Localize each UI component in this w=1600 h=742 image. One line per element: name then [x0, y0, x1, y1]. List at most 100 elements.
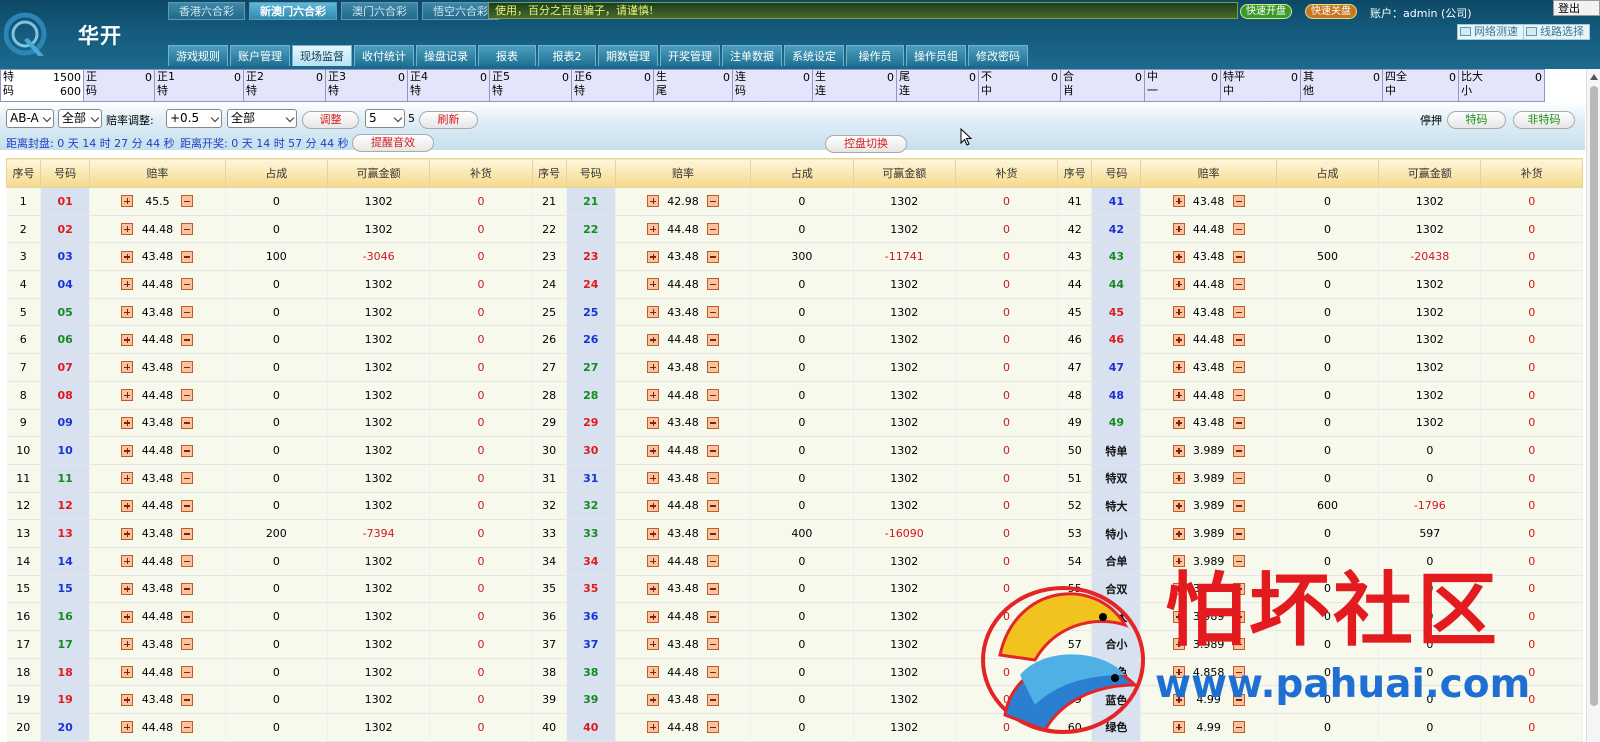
plus-icon[interactable] — [121, 527, 134, 540]
summary-cell[interactable]: 不 中 0 — [979, 69, 1061, 102]
minus-icon[interactable] — [707, 610, 720, 623]
restock-value[interactable]: 0 — [429, 242, 533, 272]
minus-icon[interactable] — [181, 195, 194, 208]
minus-icon[interactable] — [181, 223, 194, 236]
odds-value[interactable]: 44.48 — [659, 223, 707, 236]
restock-value[interactable]: 0 — [955, 685, 1059, 715]
summary-cell[interactable]: 正5 特 0 — [490, 69, 572, 102]
plus-icon[interactable] — [647, 555, 660, 568]
restock-value[interactable]: 0 — [429, 381, 533, 410]
plus-icon[interactable] — [1172, 389, 1185, 402]
restock-value[interactable]: 0 — [1480, 242, 1583, 272]
odds-value[interactable]: 43.48 — [133, 472, 181, 485]
bet-number[interactable]: 39 — [566, 685, 616, 715]
plus-icon[interactable] — [121, 444, 134, 457]
bet-number[interactable]: 49 — [1091, 409, 1142, 438]
restock-value[interactable]: 0 — [429, 436, 533, 465]
odds-value[interactable]: 44.48 — [659, 333, 707, 346]
menu-operation-log[interactable]: 操盘记录 — [416, 45, 476, 66]
summary-cell[interactable]: 生 连 0 — [813, 69, 897, 102]
plus-icon[interactable] — [647, 527, 660, 540]
bet-number[interactable]: 07 — [40, 353, 91, 382]
odds-value[interactable]: 43.48 — [659, 416, 707, 429]
summary-cell[interactable]: 正1 特 0 — [155, 69, 244, 102]
scroll-up-icon[interactable] — [1590, 74, 1598, 80]
odds-value[interactable]: 3.989 — [1185, 610, 1233, 623]
odds-value[interactable]: 44.48 — [133, 223, 181, 236]
stop-nonspecial-button[interactable]: 非特码 — [1513, 111, 1575, 129]
odds-value[interactable]: 44.48 — [133, 499, 181, 512]
summary-cell[interactable]: 合 肖 0 — [1061, 69, 1145, 102]
plus-icon[interactable] — [647, 472, 660, 485]
plus-icon[interactable] — [1172, 582, 1185, 595]
bet-number[interactable]: 47 — [1091, 353, 1142, 382]
bet-number[interactable]: 34 — [566, 547, 616, 576]
bet-number[interactable]: 41 — [1091, 187, 1142, 216]
plus-icon[interactable] — [121, 223, 134, 236]
odds-value[interactable]: 3.989 — [1185, 555, 1233, 568]
odds-value[interactable]: 3.989 — [1185, 444, 1233, 457]
plus-icon[interactable] — [1172, 278, 1185, 291]
odds-value[interactable]: 43.48 — [133, 416, 181, 429]
plus-icon[interactable] — [647, 444, 660, 457]
plus-icon[interactable] — [1172, 721, 1185, 734]
menu-system-settings[interactable]: 系统设定 — [784, 45, 844, 66]
bet-number[interactable]: 19 — [40, 685, 91, 715]
bet-number[interactable]: 特双 — [1091, 464, 1142, 493]
restock-value[interactable]: 0 — [1480, 325, 1583, 355]
restock-value[interactable]: 0 — [1480, 713, 1583, 742]
plus-icon[interactable] — [121, 278, 134, 291]
bet-number[interactable]: 18 — [40, 658, 91, 687]
plus-icon[interactable] — [647, 361, 660, 374]
plus-icon[interactable] — [1172, 472, 1185, 485]
odds-value[interactable]: 44.48 — [1185, 389, 1233, 402]
bet-number[interactable]: 06 — [40, 325, 91, 355]
odds-value[interactable]: 43.48 — [133, 361, 181, 374]
plus-icon[interactable] — [1172, 499, 1185, 512]
plus-icon[interactable] — [647, 333, 660, 346]
bet-number[interactable]: 16 — [40, 602, 91, 631]
bet-number[interactable]: 08 — [40, 381, 91, 410]
bet-number[interactable]: 12 — [40, 492, 91, 521]
minus-icon[interactable] — [1232, 333, 1245, 346]
odds-value[interactable]: 3.989 — [1185, 582, 1233, 595]
plus-icon[interactable] — [1172, 638, 1185, 651]
quick-open-button[interactable]: 快速开盘 — [1240, 4, 1292, 19]
restock-value[interactable]: 0 — [1480, 270, 1583, 299]
bet-number[interactable]: 42 — [1091, 215, 1142, 244]
odds-value[interactable]: 43.48 — [133, 306, 181, 319]
restock-value[interactable]: 0 — [429, 685, 533, 715]
bet-number[interactable]: 14 — [40, 547, 91, 576]
restock-value[interactable]: 0 — [429, 658, 533, 687]
plus-icon[interactable] — [121, 638, 134, 651]
tab-macau-lottery[interactable]: 澳门六合彩 — [341, 2, 418, 20]
minus-icon[interactable] — [707, 666, 720, 679]
minus-icon[interactable] — [707, 333, 720, 346]
restock-value[interactable]: 0 — [429, 630, 533, 659]
bet-number[interactable]: 45 — [1091, 298, 1142, 327]
odds-value[interactable]: 44.48 — [133, 389, 181, 402]
plus-icon[interactable] — [1172, 361, 1185, 374]
bet-number[interactable]: 红色 — [1091, 658, 1142, 687]
menu-game-rules[interactable]: 游戏规则 — [168, 45, 228, 66]
odds-value[interactable]: 44.48 — [133, 278, 181, 291]
restock-value[interactable]: 0 — [955, 409, 1059, 438]
odds-value[interactable]: 3.989 — [1185, 499, 1233, 512]
minus-icon[interactable] — [181, 472, 194, 485]
minus-icon[interactable] — [1232, 361, 1245, 374]
net-test-button[interactable]: 网络测速 — [1457, 24, 1524, 40]
odds-value[interactable]: 44.48 — [659, 389, 707, 402]
bet-number[interactable]: 21 — [566, 187, 616, 216]
plus-icon[interactable] — [647, 278, 660, 291]
odds-value[interactable]: 44.48 — [133, 666, 181, 679]
plus-icon[interactable] — [647, 638, 660, 651]
odds-value[interactable]: 43.48 — [659, 250, 707, 263]
plus-icon[interactable] — [121, 472, 134, 485]
odds-value[interactable]: 42.98 — [659, 195, 707, 208]
bet-number[interactable]: 29 — [566, 409, 616, 438]
minus-icon[interactable] — [707, 472, 720, 485]
minus-icon[interactable] — [181, 278, 194, 291]
plus-icon[interactable] — [1172, 223, 1185, 236]
odds-value[interactable]: 44.48 — [1185, 278, 1233, 291]
restock-value[interactable]: 0 — [955, 658, 1059, 687]
